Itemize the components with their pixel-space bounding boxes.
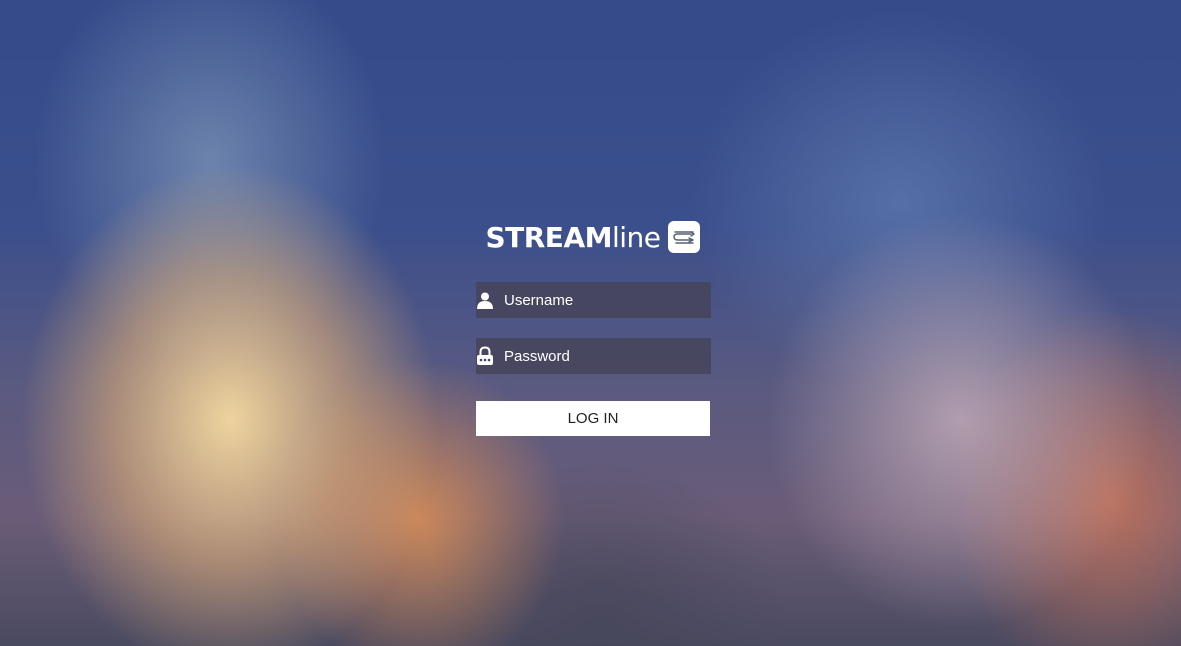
lock-icon [476, 338, 494, 374]
login-panel: STREAM line Username LOG IN [474, 218, 713, 436]
username-input[interactable] [494, 283, 713, 317]
username-field[interactable] [476, 282, 713, 318]
brand-name-bold: STREAM [485, 220, 612, 254]
brand: STREAM line [474, 218, 711, 256]
password-field[interactable] [476, 338, 713, 374]
user-icon [476, 282, 494, 318]
streamline-logo-icon [667, 221, 700, 253]
password-input[interactable] [494, 339, 713, 373]
brand-name-light: line [611, 220, 661, 254]
login-button[interactable]: LOG IN [476, 401, 710, 436]
